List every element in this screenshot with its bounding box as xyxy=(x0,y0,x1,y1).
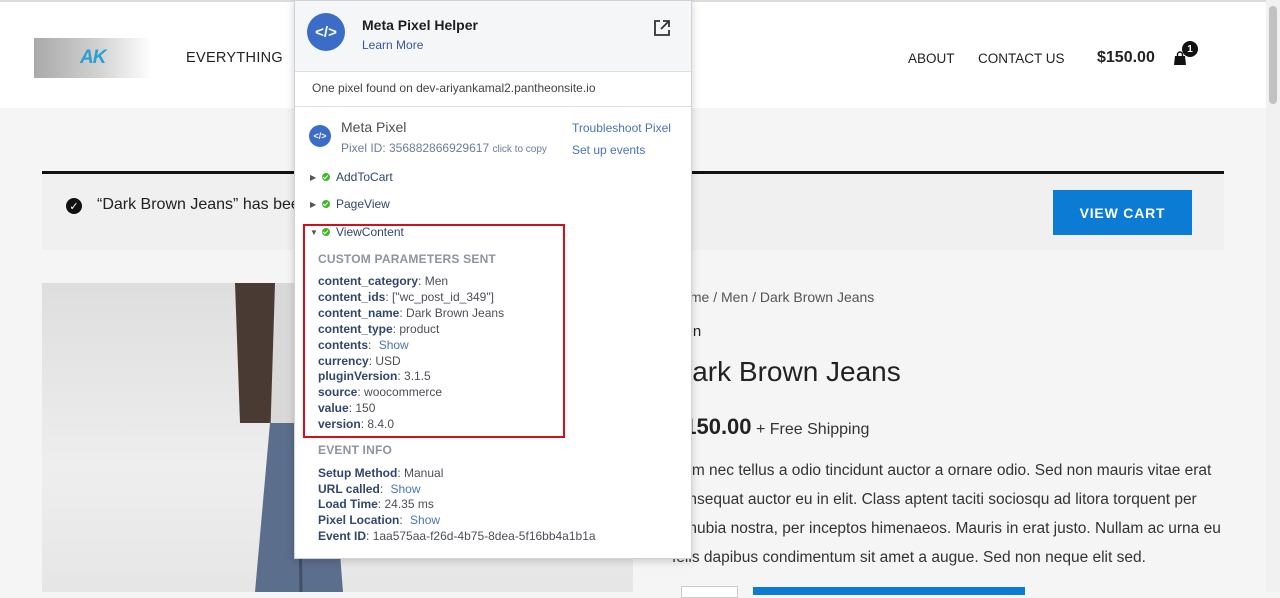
show-location-link[interactable]: Show xyxy=(410,513,440,527)
show-contents-link[interactable]: Show xyxy=(379,338,409,352)
divider xyxy=(295,106,691,107)
event-addtocart[interactable]: ▶ AddToCart xyxy=(310,170,393,184)
product-description: Nam nec tellus a odio tincidunt auctor a… xyxy=(672,462,1221,566)
product-title: Dark Brown Jeans xyxy=(672,356,901,387)
event-label[interactable]: AddToCart xyxy=(336,170,393,184)
param-key: source xyxy=(318,385,358,399)
pixel-id-text[interactable]: Pixel ID: 356882866929617 xyxy=(341,141,489,155)
param-key: content_category xyxy=(318,274,419,288)
pixel-helper-popup: </> Meta Pixel Helper Learn More One pix… xyxy=(294,0,692,559)
custom-params-heading: CUSTOM PARAMETERS SENT xyxy=(318,252,496,266)
param-value: 150 xyxy=(355,401,376,415)
param-key: pluginVersion xyxy=(318,369,398,383)
success-check-icon xyxy=(322,228,330,236)
nav-everything[interactable]: EVERYTHING xyxy=(186,50,283,66)
param-key: currency xyxy=(318,354,369,368)
param-key: value xyxy=(318,401,349,415)
nav-contact-us[interactable]: CONTACT US xyxy=(978,51,1065,66)
param-value: USD xyxy=(375,354,401,368)
info-row: Event ID: 1aa575aa-f26d-4b75-8dea-5f16bb… xyxy=(318,529,596,543)
info-value: 1aa575aa-f26d-4b75-8dea-5f16bb4a1b1a xyxy=(372,529,596,543)
param-key: version xyxy=(318,417,361,431)
param-row: pluginVersion: 3.1.5 xyxy=(318,369,431,383)
param-row: currency: USD xyxy=(318,354,401,368)
cart-total[interactable]: $150.00 xyxy=(1097,49,1155,67)
success-check-icon xyxy=(322,200,330,208)
learn-more-link[interactable]: Learn More xyxy=(362,38,423,52)
param-value: 3.1.5 xyxy=(404,369,431,383)
param-row: content_category: Men xyxy=(318,274,449,288)
info-value: Manual xyxy=(404,466,444,480)
site-logo[interactable]: AK xyxy=(34,38,152,78)
nav-about[interactable]: ABOUT xyxy=(908,51,955,66)
info-value: 24.35 ms xyxy=(384,497,434,511)
view-cart-button[interactable]: VIEW CART xyxy=(1053,190,1192,235)
param-row: content_ids: ["wc_post_id_349"] xyxy=(318,290,494,304)
param-row: version: 8.4.0 xyxy=(318,417,395,431)
pixel-id[interactable]: Pixel ID: 356882866929617 click to copy xyxy=(341,141,547,155)
event-info-heading: EVENT INFO xyxy=(318,443,393,457)
breadcrumb[interactable]: Home / Men / Dark Brown Jeans xyxy=(672,289,874,305)
param-key: content_name xyxy=(318,306,400,320)
pixel-icon: </> xyxy=(309,125,331,147)
scrollbar-thumb[interactable] xyxy=(1269,6,1277,104)
external-link-icon[interactable] xyxy=(652,18,672,38)
param-value: ["wc_post_id_349"] xyxy=(392,290,494,304)
page-scrollbar[interactable] xyxy=(1266,0,1280,592)
param-value: 8.4.0 xyxy=(367,417,395,431)
param-row: content_name: Dark Brown Jeans xyxy=(318,306,505,320)
meta-code-icon: </> xyxy=(307,13,345,51)
param-row: contents: Show xyxy=(318,338,409,352)
info-key: Event ID xyxy=(318,529,367,543)
param-row: source: woocommerce xyxy=(318,385,443,399)
cart-count-badge: 1 xyxy=(1182,41,1198,57)
param-value: woocommerce xyxy=(364,385,443,399)
param-value: Men xyxy=(424,274,449,288)
param-value: Dark Brown Jeans xyxy=(406,306,505,320)
set-up-events-link[interactable]: Set up events xyxy=(572,143,645,157)
check-circle-icon: ✓ xyxy=(66,198,82,214)
success-check-icon xyxy=(322,173,330,181)
info-key: Pixel Location xyxy=(318,513,400,527)
popup-header: </> Meta Pixel Helper Learn More xyxy=(295,1,691,72)
pixels-found-text: One pixel found on dev-ariyankamal2.pant… xyxy=(312,81,596,95)
expand-triangle-icon[interactable]: ▶ xyxy=(310,200,322,209)
info-key: Setup Method xyxy=(318,466,398,480)
info-key: URL called xyxy=(318,482,380,496)
info-row: Load Time: 24.35 ms xyxy=(318,497,434,511)
logo-text: AK xyxy=(80,47,106,68)
param-row: value: 150 xyxy=(318,401,376,415)
add-to-cart-button[interactable] xyxy=(753,587,1025,595)
param-key: content_ids xyxy=(318,290,386,304)
event-pageview[interactable]: ▶ PageView xyxy=(310,197,390,211)
info-row: Setup Method: Manual xyxy=(318,466,444,480)
info-row: Pixel Location: Show xyxy=(318,513,441,527)
expand-triangle-icon[interactable]: ▶ xyxy=(310,173,322,182)
quantity-input[interactable] xyxy=(681,586,738,598)
event-label[interactable]: PageView xyxy=(336,197,390,211)
param-value: product xyxy=(399,322,440,336)
pixel-name: Meta Pixel xyxy=(341,119,407,135)
troubleshoot-pixel-link[interactable]: Troubleshoot Pixel xyxy=(572,121,671,135)
event-viewcontent[interactable]: ▼ ViewContent xyxy=(310,225,404,239)
shipping-note: + Free Shipping xyxy=(755,421,870,438)
info-key: Load Time xyxy=(318,497,378,511)
param-key: content_type xyxy=(318,322,393,336)
event-label[interactable]: ViewContent xyxy=(336,225,404,239)
info-row: URL called: Show xyxy=(318,482,421,496)
param-key: contents xyxy=(318,338,369,352)
popup-title: Meta Pixel Helper xyxy=(362,17,478,33)
show-url-link[interactable]: Show xyxy=(390,482,420,496)
click-to-copy-hint[interactable]: click to copy xyxy=(492,144,546,155)
price-row: $150.00 + Free Shipping xyxy=(672,414,869,440)
collapse-triangle-icon[interactable]: ▼ xyxy=(310,228,322,237)
param-row: content_type: product xyxy=(318,322,440,336)
